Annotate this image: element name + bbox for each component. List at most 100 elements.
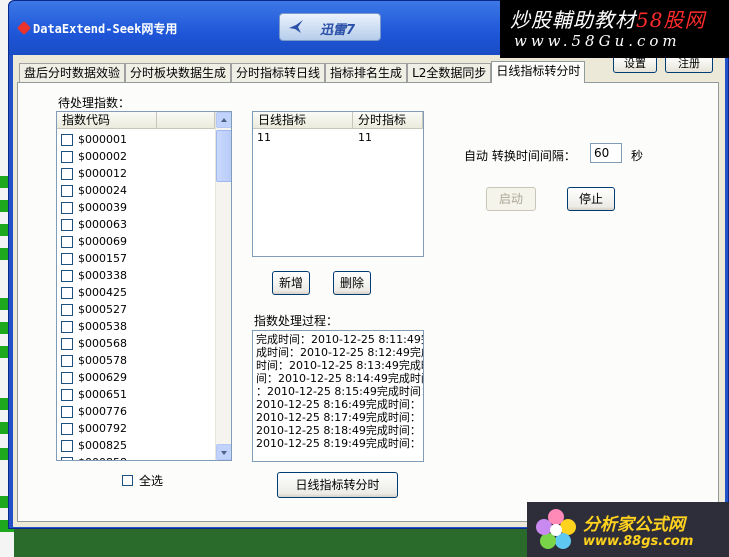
- list-item[interactable]: $000338: [61, 267, 127, 284]
- item-label: $000012: [78, 167, 127, 180]
- tab-daily-to-intraday[interactable]: 日线指标转分时: [491, 61, 586, 83]
- vertical-scrollbar[interactable]: [215, 112, 231, 460]
- add-button[interactable]: 新增: [272, 271, 310, 295]
- column-header-daily-indicator[interactable]: 日线指标: [253, 112, 353, 129]
- start-button[interactable]: 启动: [486, 187, 536, 211]
- item-label: $000538: [78, 320, 127, 333]
- client-area: 设置 注册 盘后分时数据效验 分时板块数据生成 分时指标转日线 指标排名生成 L…: [13, 55, 725, 527]
- item-checkbox[interactable]: [61, 405, 73, 418]
- scroll-up-icon[interactable]: [216, 112, 231, 128]
- stop-button[interactable]: 停止: [567, 187, 615, 211]
- column-header-intraday-indicator[interactable]: 分时指标: [353, 112, 423, 129]
- window-title: DataExtend-Seek网专用: [33, 22, 178, 36]
- item-checkbox[interactable]: [61, 388, 73, 401]
- item-checkbox[interactable]: [61, 184, 73, 197]
- list-item[interactable]: $000568: [61, 335, 127, 352]
- column-header-blank[interactable]: [157, 112, 215, 129]
- item-label: $000338: [78, 269, 127, 282]
- list-item[interactable]: $000858: [61, 454, 127, 460]
- item-checkbox[interactable]: [61, 167, 73, 180]
- item-label: $000039: [78, 201, 127, 214]
- table-cell[interactable]: 11: [358, 131, 372, 144]
- item-checkbox[interactable]: [61, 201, 73, 214]
- list-item[interactable]: $000527: [61, 301, 127, 318]
- item-checkbox[interactable]: [61, 218, 73, 231]
- item-label: $000024: [78, 184, 127, 197]
- interval-unit-label: 秒: [631, 149, 644, 163]
- item-label: $000063: [78, 218, 127, 231]
- tab-sector-data[interactable]: 分时板块数据生成: [125, 63, 232, 83]
- list-item[interactable]: $000538: [61, 318, 127, 335]
- item-checkbox[interactable]: [61, 286, 73, 299]
- item-label: $000069: [78, 235, 127, 248]
- indicator-mapping-table[interactable]: 日线指标 分时指标 11 11: [252, 111, 424, 257]
- item-checkbox[interactable]: [61, 252, 73, 265]
- list-item[interactable]: $000792: [61, 420, 127, 437]
- item-checkbox[interactable]: [61, 303, 73, 316]
- list-item[interactable]: $000001: [61, 131, 127, 148]
- item-label: $000858: [78, 456, 127, 460]
- pending-index-list[interactable]: 指数代码 $000001 $000002 $000012 $000024 $000039…: [56, 111, 232, 461]
- scroll-down-icon[interactable]: [216, 444, 231, 460]
- delete-button[interactable]: 删除: [333, 271, 371, 295]
- convert-daily-to-intraday-button[interactable]: 日线指标转分时: [277, 472, 398, 498]
- item-checkbox[interactable]: [61, 269, 73, 282]
- item-label: $000825: [78, 439, 127, 452]
- column-header-index-code[interactable]: 指数代码: [57, 112, 157, 129]
- list-item[interactable]: $000425: [61, 284, 127, 301]
- watermark-58gu-line1: 炒股輔助教材58股网: [510, 8, 706, 32]
- tab-l2-sync[interactable]: L2全数据同步: [407, 63, 492, 83]
- item-label: $000568: [78, 337, 127, 350]
- tab-indicator-ranking[interactable]: 指标排名生成: [325, 63, 408, 83]
- list-item[interactable]: $000063: [61, 216, 127, 233]
- list-item[interactable]: $000578: [61, 352, 127, 369]
- log-line: 间：2010-12-25 8:14:49完成时间: [256, 372, 424, 385]
- item-label: $000002: [78, 150, 127, 163]
- watermark-88gs: 分析家公式网 www.88gs.com: [527, 502, 729, 557]
- list-item[interactable]: $000024: [61, 182, 127, 199]
- log-line: 2010-12-25 8:17:49完成时间：: [256, 411, 421, 424]
- item-checkbox[interactable]: [61, 320, 73, 333]
- item-label: $000425: [78, 286, 127, 299]
- interval-input[interactable]: 60: [590, 143, 622, 163]
- tab-panel: 待处理指数： 指数代码 $000001 $000002 $000012 $000024…: [17, 82, 719, 522]
- list-item[interactable]: $000039: [61, 199, 127, 216]
- list-item[interactable]: $000776: [61, 403, 127, 420]
- tab-indicator-to-daily[interactable]: 分时指标转日线: [231, 63, 326, 83]
- item-label: $000776: [78, 405, 127, 418]
- thunder-ad-banner[interactable]: 迅雷7: [279, 13, 381, 41]
- item-checkbox[interactable]: [61, 371, 73, 384]
- item-label: $000157: [78, 252, 127, 265]
- list-item[interactable]: $000825: [61, 437, 127, 454]
- item-checkbox[interactable]: [61, 422, 73, 435]
- item-checkbox[interactable]: [61, 456, 73, 460]
- watermark-88gs-line2: www.88gs.com: [583, 534, 694, 549]
- item-label: $000001: [78, 133, 127, 146]
- item-checkbox[interactable]: [61, 235, 73, 248]
- item-checkbox[interactable]: [61, 337, 73, 350]
- list-item[interactable]: $000002: [61, 148, 127, 165]
- flower-logo-icon: [536, 509, 576, 549]
- item-checkbox[interactable]: [61, 354, 73, 367]
- ad-text: 迅雷7: [320, 23, 356, 38]
- auto-interval-label: 自动 转换时间间隔：: [464, 149, 576, 163]
- item-label: $000527: [78, 303, 127, 316]
- item-checkbox[interactable]: [61, 133, 73, 146]
- list-item[interactable]: $000157: [61, 250, 127, 267]
- log-line: 2010-12-25 8:18:49完成时间：: [256, 424, 421, 437]
- log-line: 2010-12-25 8:16:49完成时间：: [256, 398, 421, 411]
- watermark-58gu: 炒股輔助教材58股网 www.58Gu.com: [500, 0, 729, 58]
- process-log-textarea[interactable]: 完成时间：2010-12-25 8:11:49完 成时间：2010-12-25 8…: [252, 330, 424, 462]
- item-checkbox[interactable]: [61, 439, 73, 452]
- watermark-58gu-line2: www.58Gu.com: [514, 32, 681, 50]
- item-checkbox[interactable]: [61, 150, 73, 163]
- table-cell[interactable]: 11: [257, 131, 271, 144]
- list-item[interactable]: $000012: [61, 165, 127, 182]
- select-all-checkbox[interactable]: [122, 475, 133, 486]
- scroll-thumb[interactable]: [216, 130, 231, 182]
- tab-data-verify[interactable]: 盘后分时数据效验: [19, 63, 126, 83]
- list-item[interactable]: $000651: [61, 386, 127, 403]
- item-label: $000578: [78, 354, 127, 367]
- list-item[interactable]: $000629: [61, 369, 127, 386]
- list-item[interactable]: $000069: [61, 233, 127, 250]
